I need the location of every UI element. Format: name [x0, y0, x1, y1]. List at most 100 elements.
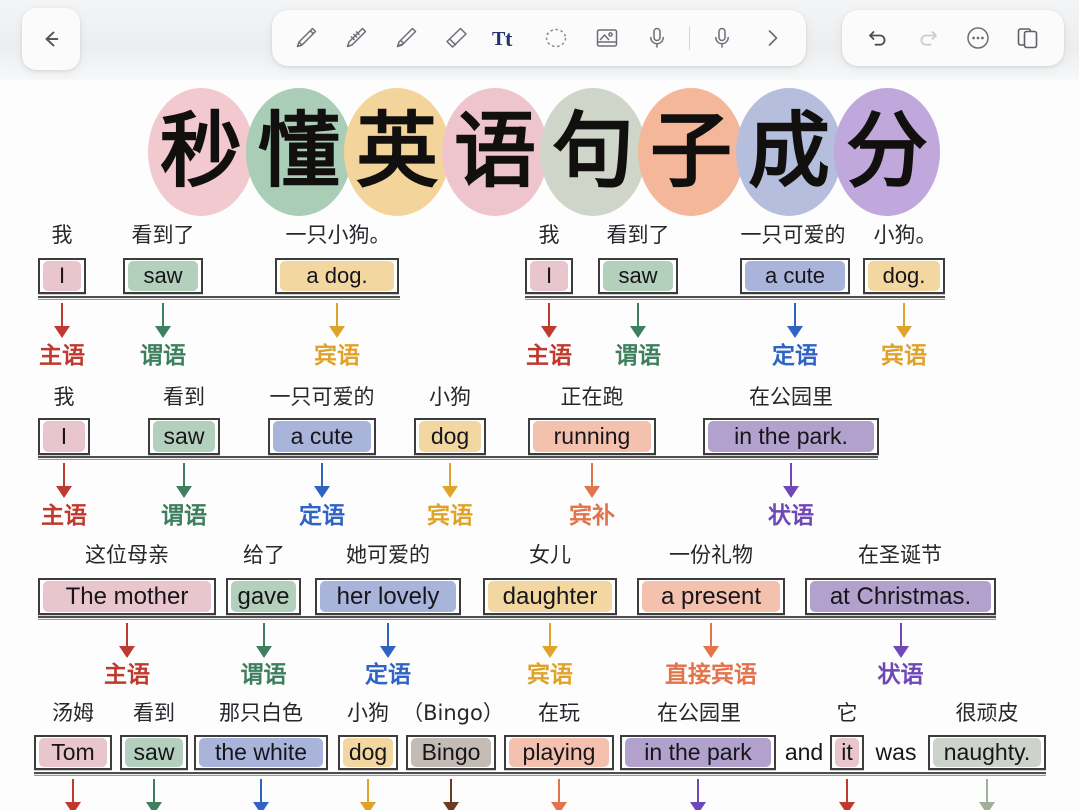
sentence-part-label: her lovely [320, 581, 456, 612]
arrow-shaft [162, 303, 164, 328]
arrow-head [443, 802, 459, 810]
arrow-shaft [790, 463, 792, 488]
sentence-part-label: a cute [745, 261, 845, 291]
app-toolbar: T t [0, 0, 1079, 80]
arrow-shaft [549, 623, 551, 648]
arrow-shaft [72, 779, 74, 804]
pages-icon[interactable] [1010, 20, 1046, 56]
grammar-role-label: 状语 [768, 503, 814, 529]
chevron-right-icon[interactable] [754, 20, 790, 56]
chinese-gloss: 我 [51, 223, 73, 247]
grammar-role-label: 定语 [299, 503, 345, 529]
eraser-icon[interactable] [438, 20, 474, 56]
sentence-part-box: playing [504, 735, 614, 770]
pen-icon[interactable] [288, 20, 324, 56]
sentence-part-box: saw [598, 258, 678, 294]
arrow-head [119, 646, 135, 658]
chinese-gloss: 一只可爱的 [269, 385, 375, 409]
arrow-head [314, 486, 330, 498]
text-tool-icon[interactable]: T t [488, 20, 524, 56]
highlighter-icon[interactable] [388, 20, 424, 56]
pencil-icon[interactable] [338, 20, 374, 56]
sentence-part-box: running [528, 418, 656, 455]
arrow-shaft [153, 779, 155, 804]
part-arrow [63, 779, 83, 810]
sentence-part-label: Tom [39, 738, 107, 767]
redo-icon[interactable] [910, 20, 946, 56]
arrow-head [360, 802, 376, 810]
chinese-gloss: （Bingo） [402, 701, 504, 725]
part-arrow [54, 463, 74, 498]
part-arrow [837, 779, 857, 810]
chinese-gloss: 看到 [133, 701, 175, 725]
sentence-part-label: dog [343, 738, 393, 767]
undo-icon[interactable] [860, 20, 896, 56]
arrow-shaft [846, 779, 848, 804]
grammar-role-label: 主语 [104, 662, 150, 688]
arrow-shaft [387, 623, 389, 648]
grammar-role-label: 定语 [365, 662, 411, 688]
grammar-role-label: 宾语 [314, 343, 360, 369]
microphone-icon[interactable] [639, 20, 675, 56]
chinese-gloss: 一只小狗。 [285, 223, 391, 247]
chinese-gloss: 我 [53, 385, 75, 409]
part-arrow [628, 303, 648, 338]
chinese-gloss: 小狗 [347, 701, 389, 725]
part-arrow [688, 779, 708, 810]
more-options-icon[interactable] [960, 20, 996, 56]
arrow-head [56, 486, 72, 498]
part-arrow [358, 779, 378, 810]
sentence-baseline [38, 456, 878, 460]
arrow-shaft [262, 623, 265, 648]
sentence-part-label: it [835, 738, 859, 767]
chinese-gloss: 那只白色 [219, 701, 303, 725]
sentence-part-label: the white [199, 738, 323, 767]
grammar-role-label: 谓语 [161, 503, 207, 529]
arrow-shaft [260, 779, 262, 804]
arrow-head [255, 646, 272, 658]
grammar-role-label: 状语 [877, 662, 924, 688]
arrow-head [155, 326, 171, 338]
sentence-part-box: her lovely [315, 578, 461, 615]
sentence-part-box: a cute [740, 258, 850, 294]
part-arrow [378, 623, 398, 658]
arrow-shaft [61, 303, 63, 328]
title-char: 语 [442, 88, 548, 216]
title-char-glyph: 句 [551, 104, 634, 199]
sentence-part-label: gave [231, 581, 296, 612]
sentence-part-label: saw [128, 261, 198, 291]
grammar-role-label: 直接宾语 [665, 662, 757, 688]
sentence-part-label: daughter [488, 581, 612, 612]
page-title: 秒懂英语句子成分 [118, 88, 970, 216]
sentence-part-box: dog. [863, 258, 945, 294]
sentence-part-label: The mother [43, 581, 211, 612]
arrow-shaft [591, 463, 593, 488]
back-arrow-icon [45, 31, 59, 47]
sentence-part-box: the white [194, 735, 328, 770]
sentence-part-box: in the park. [703, 418, 879, 455]
chinese-gloss: 看到了 [606, 223, 670, 247]
image-icon[interactable] [589, 20, 625, 56]
title-char-glyph: 成 [747, 104, 830, 199]
arrow-shaft [548, 303, 550, 328]
chinese-gloss: 这位母亲 [85, 543, 169, 567]
chinese-gloss: 给了 [243, 543, 285, 567]
arrow-head [65, 802, 81, 810]
back-button[interactable] [22, 8, 80, 70]
sentence-part-label: running [533, 421, 651, 452]
chinese-gloss: 在玩 [538, 701, 580, 725]
arrow-head [787, 326, 803, 338]
sentence-part-label: Bingo [411, 738, 491, 767]
actions-panel [842, 10, 1064, 66]
sentence-part-label: I [43, 261, 81, 291]
title-char-glyph: 英 [355, 104, 438, 199]
arrow-head [979, 802, 995, 810]
part-arrow [781, 463, 801, 498]
microphone-record-icon[interactable] [704, 20, 740, 56]
notebook-canvas: T t 秒 懂 英 语 句 子 成 分 我 I 主语 看到了 saw 谓语 一只… [0, 0, 1079, 810]
chinese-gloss: 看到了 [131, 223, 195, 247]
lasso-select-icon[interactable] [538, 20, 574, 56]
part-arrow [441, 779, 461, 810]
title-char-glyph: 子 [649, 104, 732, 199]
sentence-part-box: a dog. [275, 258, 399, 294]
